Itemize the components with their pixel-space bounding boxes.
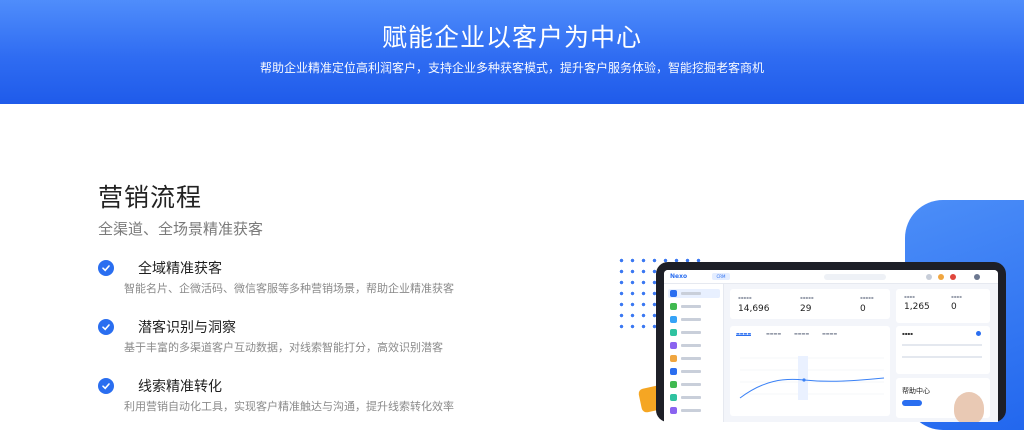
todo-card: ▪▪▪▪ <box>896 326 990 374</box>
dashboard-sidebar <box>664 284 724 422</box>
check-icon <box>98 260 114 276</box>
sidebar-item <box>668 341 720 350</box>
feature-title: 线索精准转化 <box>138 379 222 395</box>
section-subtitle: 全渠道、全场景精准获客 <box>98 220 264 238</box>
todo-title: ▪▪▪▪ <box>902 331 913 336</box>
feature-desc: 基于丰富的多渠道客户互动数据，对线索智能打分，高效识别潜客 <box>124 341 443 354</box>
support-agent-illustration <box>954 392 984 422</box>
stat-value: 0 <box>860 304 866 314</box>
crm-badge: CRM <box>712 273 730 280</box>
avatar <box>974 274 980 280</box>
todo-row <box>902 356 982 358</box>
help-button <box>902 400 922 406</box>
banner-subtitle: 帮助企业精准定位高利润客户，支持企业多种获客模式，提升客户服务体验，智能挖掘老客… <box>259 61 764 75</box>
feature-title: 全域精准获客 <box>138 261 222 277</box>
help-title: 帮助中心 <box>902 387 930 395</box>
chart-tab: ▬▬▬▬ <box>794 331 810 336</box>
feature-desc: 利用营销自动化工具，实现客户精准触达与沟通，提升线索转化效率 <box>124 400 454 413</box>
stat-label: ▪▪▪▪▪ <box>860 295 874 300</box>
check-icon <box>98 319 114 335</box>
feature-desc: 智能名片、企微活码、微信客服等多种营销场景，帮助企业精准获客 <box>124 282 454 295</box>
stat-label: ▪▪▪▪▪ <box>800 295 814 300</box>
sidebar-item <box>668 302 720 311</box>
hero-banner: 赋能企业以客户为中心 帮助企业精准定位高利润客户，支持企业多种获客模式，提升客户… <box>0 0 1024 104</box>
stat-value: 14,696 <box>738 304 770 314</box>
app-logo: Nexo <box>670 273 688 280</box>
dashboard-topbar: Nexo CRM <box>664 270 998 284</box>
stat-value: 29 <box>800 304 812 314</box>
add-icon <box>976 331 981 336</box>
feature-title: 潜客识别与洞察 <box>138 320 236 336</box>
stats-card: ▪▪▪▪▪ 14,696 ▪▪▪▪▪ 29 ▪▪▪▪▪ 0 <box>730 289 890 319</box>
help-card: 帮助中心 <box>896 378 990 422</box>
chart-tab: ▬▬▬▬ <box>766 331 782 336</box>
laptop-illustration: Nexo CRM ▪▪▪▪▪ 14,696 ▪▪▪▪▪ 29 ▪▪▪▪▪ 0 ▪… <box>656 262 1006 422</box>
stat-label: ▪▪▪▪ <box>904 294 915 299</box>
todo-row <box>902 344 982 346</box>
sidebar-item <box>668 354 720 363</box>
trend-line-chart <box>739 356 885 400</box>
stat-value: 0 <box>951 302 957 312</box>
banner-title: 赋能企业以客户为中心 <box>381 23 642 52</box>
chart-tab: ▬▬▬▬ <box>822 331 838 336</box>
search-bar <box>824 274 886 280</box>
sidebar-item <box>668 315 720 324</box>
dashboard-screen: Nexo CRM ▪▪▪▪▪ 14,696 ▪▪▪▪▪ 29 ▪▪▪▪▪ 0 ▪… <box>664 270 998 422</box>
alert-icon <box>950 274 956 280</box>
sidebar-item <box>668 289 720 298</box>
trend-chart-card: ▬▬▬▬ ▬▬▬▬ ▬▬▬▬ ▬▬▬▬ <box>730 326 890 416</box>
bell-icon <box>926 274 932 280</box>
stat-label: ▪▪▪▪▪ <box>738 295 752 300</box>
stat-label: ▪▪▪▪ <box>951 294 962 299</box>
sidebar-item <box>668 393 720 402</box>
side-stats-card: ▪▪▪▪ 1,265 ▪▪▪▪ 0 <box>896 289 990 323</box>
sidebar-item <box>668 406 720 415</box>
sidebar-item <box>668 380 720 389</box>
stat-value: 1,265 <box>904 302 930 312</box>
notice-icon <box>938 274 944 280</box>
sidebar-item <box>668 367 720 376</box>
chart-tab: ▬▬▬▬ <box>736 331 752 336</box>
section-title: 营销流程 <box>98 183 203 212</box>
check-icon <box>98 378 114 394</box>
sidebar-item <box>668 328 720 337</box>
